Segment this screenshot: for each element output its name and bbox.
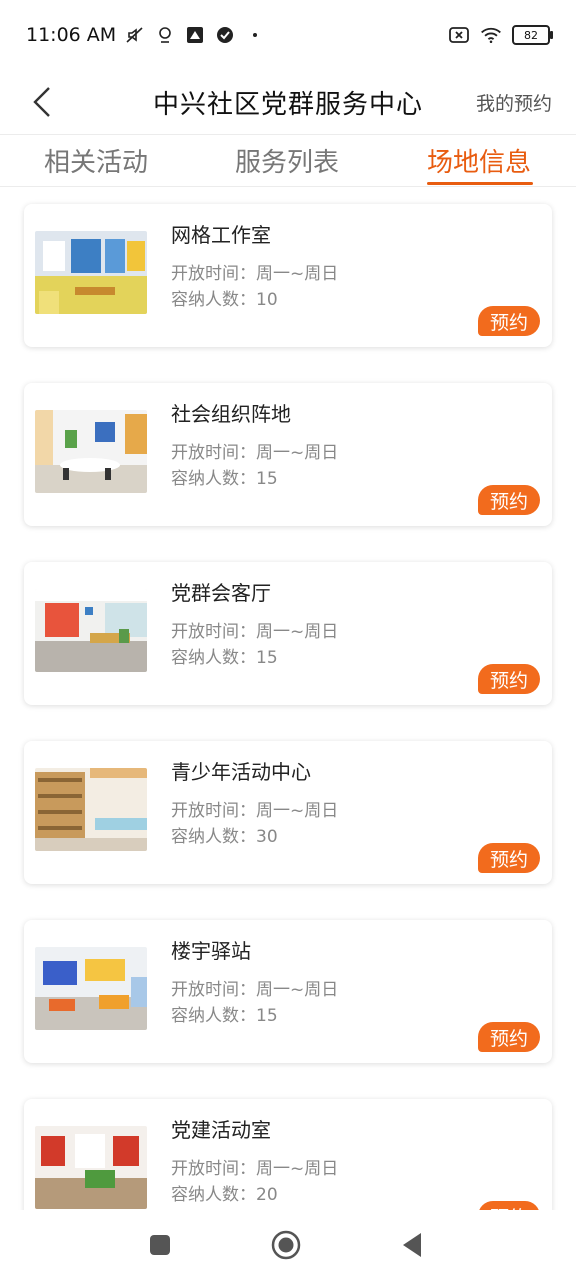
active-tab-indicator <box>427 182 533 185</box>
square-icon <box>150 1235 170 1255</box>
system-nav-bar <box>0 1210 576 1280</box>
venue-capacity: 容纳人数：15 <box>171 1006 278 1026</box>
venue-photo <box>35 1126 147 1209</box>
dot-icon <box>244 24 266 46</box>
sim-off-icon <box>448 24 470 46</box>
venue-card[interactable]: 党建活动室 开放时间：周一~周日 容纳人数：20 预约 <box>24 1099 552 1210</box>
venue-capacity: 容纳人数：10 <box>171 290 278 310</box>
venue-card[interactable]: 社会组织阵地 开放时间：周一~周日 容纳人数：15 预约 <box>24 383 552 526</box>
venue-name: 楼宇驿站 <box>171 939 251 963</box>
venue-hours: 开放时间：周一~周日 <box>171 443 339 463</box>
battery-indicator: 82 <box>512 25 553 45</box>
venue-hours: 开放时间：周一~周日 <box>171 622 339 642</box>
triangle-icon <box>403 1233 421 1257</box>
tab-related-activities[interactable]: 相关活动 <box>44 142 148 179</box>
venue-list[interactable]: 网格工作室 开放时间：周一~周日 容纳人数：10 预约 社会组织阵地 开放时间：… <box>0 187 576 1210</box>
my-booking-link[interactable]: 我的预约 <box>476 89 552 116</box>
header-divider <box>0 134 576 135</box>
venue-photo <box>35 589 147 672</box>
book-button[interactable]: 预约 <box>478 664 540 694</box>
venue-card[interactable]: 青少年活动中心 开放时间：周一~周日 容纳人数：30 预约 <box>24 741 552 884</box>
book-button[interactable]: 预约 <box>478 485 540 515</box>
app-notification-icon <box>184 24 206 46</box>
venue-name: 网格工作室 <box>171 223 271 247</box>
tab-service-list[interactable]: 服务列表 <box>235 142 339 179</box>
venue-capacity: 容纳人数：15 <box>171 469 278 489</box>
venue-photo <box>35 768 147 851</box>
venue-card[interactable]: 楼宇驿站 开放时间：周一~周日 容纳人数：15 预约 <box>24 920 552 1063</box>
venue-name: 党建活动室 <box>171 1118 271 1142</box>
venue-capacity: 容纳人数：20 <box>171 1185 278 1205</box>
home-button[interactable] <box>271 1230 301 1260</box>
venue-name: 党群会客厅 <box>171 581 271 605</box>
title-bar: 中兴社区党群服务中心 我的预约 <box>0 70 576 134</box>
venue-name: 社会组织阵地 <box>171 402 291 426</box>
venue-hours: 开放时间：周一~周日 <box>171 980 339 1000</box>
recent-apps-button[interactable] <box>145 1230 175 1260</box>
status-time: 11:06 AM <box>26 24 117 46</box>
venue-name: 青少年活动中心 <box>171 760 311 784</box>
status-bar: 11:06 AM 82 <box>0 0 576 70</box>
tab-venue-info[interactable]: 场地信息 <box>427 142 531 179</box>
venue-hours: 开放时间：周一~周日 <box>171 1159 339 1179</box>
venue-photo <box>35 410 147 493</box>
wifi-icon <box>480 24 502 46</box>
book-button[interactable]: 预约 <box>478 1201 540 1210</box>
venue-card[interactable]: 党群会客厅 开放时间：周一~周日 容纳人数：15 预约 <box>24 562 552 705</box>
venue-photo <box>35 947 147 1030</box>
venue-card[interactable]: 网格工作室 开放时间：周一~周日 容纳人数：10 预约 <box>24 204 552 347</box>
circle-icon <box>271 1230 301 1260</box>
venue-hours: 开放时间：周一~周日 <box>171 264 339 284</box>
system-back-button[interactable] <box>397 1230 427 1260</box>
venue-capacity: 容纳人数：30 <box>171 827 278 847</box>
check-badge-icon <box>214 24 236 46</box>
location-icon <box>154 24 176 46</box>
book-button[interactable]: 预约 <box>478 306 540 336</box>
mute-icon <box>124 24 146 46</box>
venue-hours: 开放时间：周一~周日 <box>171 801 339 821</box>
tab-bar: 相关活动 服务列表 场地信息 <box>0 136 576 186</box>
book-button[interactable]: 预约 <box>478 1022 540 1052</box>
book-button[interactable]: 预约 <box>478 843 540 873</box>
venue-capacity: 容纳人数：15 <box>171 648 278 668</box>
venue-photo <box>35 231 147 314</box>
